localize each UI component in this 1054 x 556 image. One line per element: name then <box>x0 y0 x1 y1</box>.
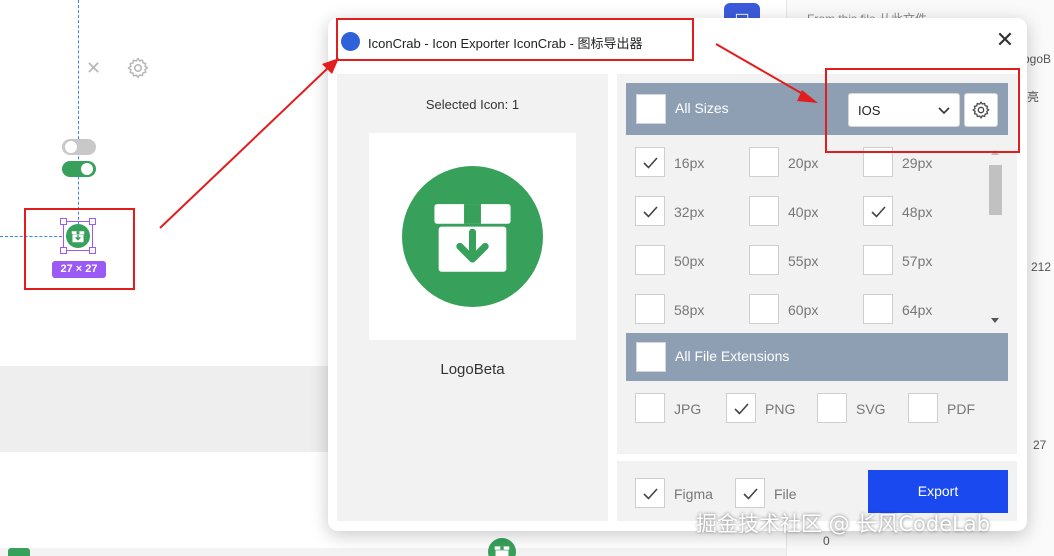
component-tab <box>8 548 30 556</box>
extension-options-row: JPG PNG SVG PDF <box>617 393 1007 423</box>
size-option-50px-label: 50px <box>674 253 705 269</box>
logo-beta-icon[interactable] <box>488 538 516 556</box>
size-option-20px-checkbox[interactable] <box>749 147 779 177</box>
extension-option-jpg-label: JPG <box>674 401 702 417</box>
destination-option-figma[interactable]: Figma <box>635 478 725 508</box>
size-option-64px-checkbox[interactable] <box>863 294 893 324</box>
close-button[interactable]: ✕ <box>995 29 1015 51</box>
canvas-frame-band <box>0 366 330 452</box>
toggle-on-component[interactable] <box>62 161 96 177</box>
all-sizes-label: All Sizes <box>675 100 729 116</box>
size-option-16px-label: 16px <box>674 155 705 171</box>
size-option-57px[interactable]: 57px <box>863 245 963 275</box>
size-option-55px-checkbox[interactable] <box>749 245 779 275</box>
size-option-55px[interactable]: 55px <box>749 245 849 275</box>
size-option-58px-checkbox[interactable] <box>635 294 665 324</box>
extension-option-png[interactable]: PNG <box>726 393 811 423</box>
vertical-guide <box>78 0 79 240</box>
size-option-48px[interactable]: 48px <box>863 196 963 226</box>
size-option-57px-label: 57px <box>902 253 933 269</box>
destination-option-figma-label: Figma <box>674 486 713 502</box>
size-option-58px[interactable]: 58px <box>635 294 735 324</box>
size-option-60px-checkbox[interactable] <box>749 294 779 324</box>
extension-option-png-checkbox[interactable] <box>726 393 756 423</box>
destination-option-file-label: File <box>774 486 797 502</box>
size-option-40px[interactable]: 40px <box>749 196 849 226</box>
extension-option-pdf-checkbox[interactable] <box>908 393 938 423</box>
size-option-48px-checkbox[interactable] <box>863 196 893 226</box>
selected-count-label: Selected Icon: 1 <box>425 97 520 112</box>
size-option-40px-checkbox[interactable] <box>749 196 779 226</box>
size-option-32px-checkbox[interactable] <box>635 196 665 226</box>
panel-value: 27 <box>1033 438 1047 452</box>
annotation-box-platform <box>825 68 1020 153</box>
size-option-60px-label: 60px <box>788 302 819 318</box>
extension-option-pdf-label: PDF <box>947 401 975 417</box>
extension-option-png-label: PNG <box>765 401 796 417</box>
size-option-50px-checkbox[interactable] <box>635 245 665 275</box>
close-icon[interactable]: ✕ <box>86 58 101 78</box>
logo-beta-icon <box>402 166 543 307</box>
panel-value: ogoB <box>1023 52 1052 66</box>
size-option-57px-checkbox[interactable] <box>863 245 893 275</box>
size-option-29px-label: 29px <box>902 155 933 171</box>
panel-value: 212 <box>1031 260 1052 274</box>
scroll-down-arrow-icon[interactable] <box>991 318 999 323</box>
annotation-box-icon <box>24 208 135 290</box>
extension-option-jpg[interactable]: JPG <box>635 393 720 423</box>
size-option-32px[interactable]: 32px <box>635 196 735 226</box>
all-extensions-label: All File Extensions <box>675 348 790 364</box>
size-option-60px[interactable]: 60px <box>749 294 849 324</box>
size-option-55px-label: 55px <box>788 253 819 269</box>
scroll-thumb[interactable] <box>989 165 1002 215</box>
icon-preview-box <box>369 133 576 340</box>
size-option-16px-checkbox[interactable] <box>635 147 665 177</box>
destination-option-file-checkbox[interactable] <box>735 478 765 508</box>
panel-value: 亮 <box>1027 90 1040 104</box>
preview-pane: Selected Icon: 1 LogoBeta <box>337 74 608 521</box>
export-button[interactable]: Export <box>868 470 1008 513</box>
size-option-64px[interactable]: 64px <box>863 294 963 324</box>
icon-name-label: LogoBeta <box>440 361 505 378</box>
all-extensions-checkbox[interactable] <box>636 342 666 372</box>
annotation-box-title <box>336 18 694 61</box>
size-option-64px-label: 64px <box>902 302 933 318</box>
extension-option-jpg-checkbox[interactable] <box>635 393 665 423</box>
destination-option-figma-checkbox[interactable] <box>635 478 665 508</box>
size-option-58px-label: 58px <box>674 302 705 318</box>
size-option-50px[interactable]: 50px <box>635 245 735 275</box>
size-option-20px-label: 20px <box>788 155 819 171</box>
size-list-scrollbar[interactable] <box>988 150 1002 324</box>
extension-option-svg-label: SVG <box>856 401 886 417</box>
destination-option-file[interactable]: File <box>735 478 825 508</box>
size-option-16px[interactable]: 16px <box>635 147 735 177</box>
extension-option-svg-checkbox[interactable] <box>817 393 847 423</box>
size-option-32px-label: 32px <box>674 204 705 220</box>
size-option-48px-label: 48px <box>902 204 933 220</box>
gear-icon[interactable] <box>126 56 150 80</box>
toggle-off-component[interactable] <box>62 139 96 155</box>
size-options-grid: 16px 20px 29px 32px 40px 48px 50px 55px 57px 58px… <box>617 145 989 325</box>
all-extensions-bar: All File Extensions <box>626 333 1008 381</box>
watermark-text: 掘金技术社区 @ 长风CodeLab <box>696 512 991 536</box>
all-sizes-checkbox[interactable] <box>636 94 666 124</box>
size-option-40px-label: 40px <box>788 204 819 220</box>
extension-option-svg[interactable]: SVG <box>817 393 902 423</box>
extension-option-pdf[interactable]: PDF <box>908 393 993 423</box>
